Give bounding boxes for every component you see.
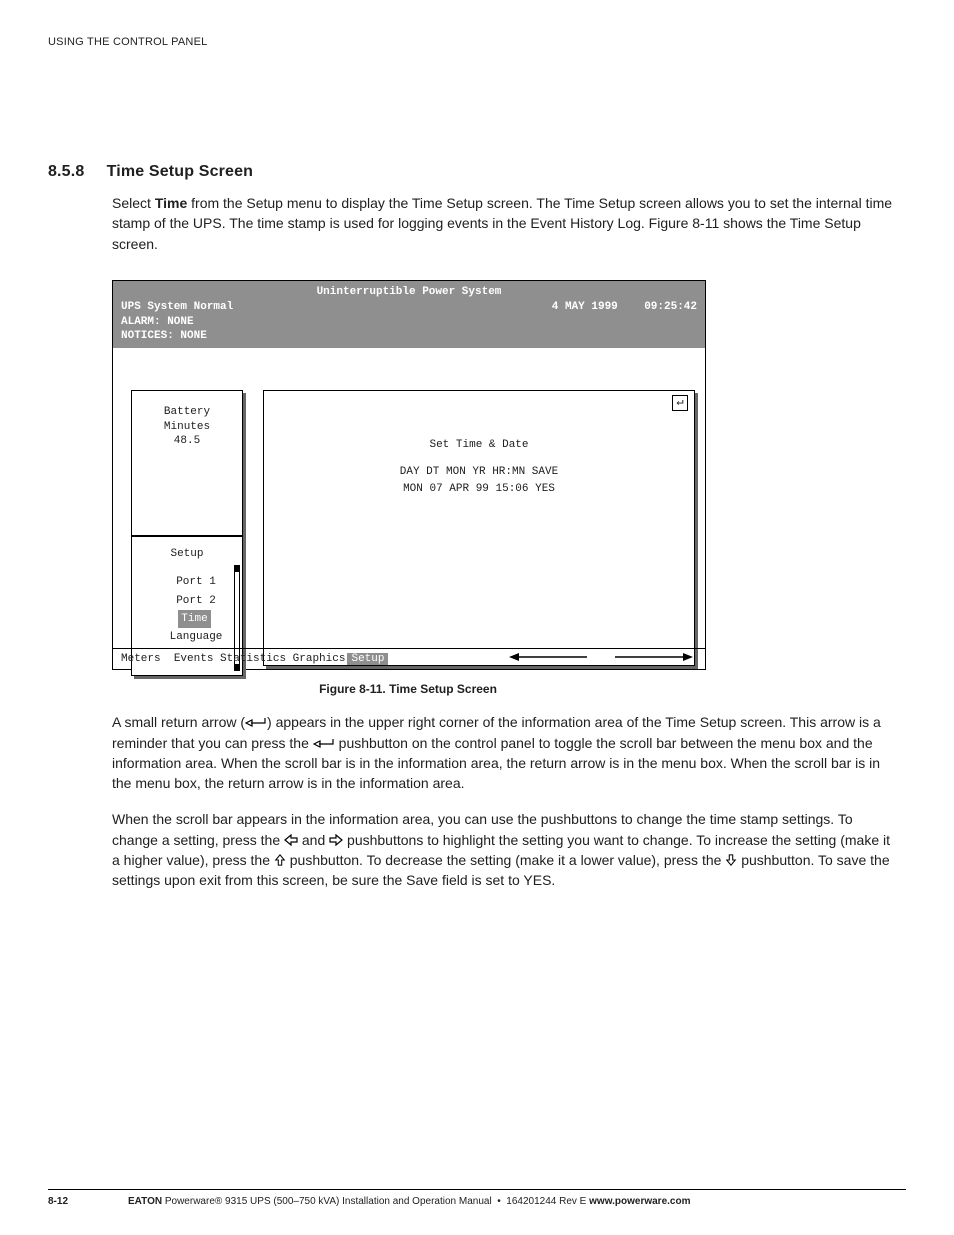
battery-value: 48.5 <box>132 434 242 448</box>
section-heading: 8.5.8 Time Setup Screen <box>48 163 906 181</box>
text: from the Setup menu to display the Time … <box>112 195 892 252</box>
lcd-status: UPS System Normal <box>121 300 233 315</box>
info-title: Set Time & Date <box>264 437 694 454</box>
setup-item-language[interactable]: Language <box>132 628 242 646</box>
nav-arrow-right-icon[interactable] <box>613 652 693 662</box>
lcd-datetime: 4 MAY 1999 09:25:42 <box>552 300 697 315</box>
page-footer: 8-12 EATON Powerware® 9315 UPS (500–750 … <box>48 1189 906 1207</box>
return-arrow-icon <box>245 716 267 728</box>
arrow-left-icon <box>284 834 298 846</box>
text: pushbutton. To decrease the setting (mak… <box>286 852 725 868</box>
nav-graphics[interactable]: Graphics <box>293 653 346 665</box>
nav-events[interactable]: Events <box>174 653 214 665</box>
lcd-nav-bar: Meters Events Statistics Graphics Setup <box>113 648 705 669</box>
setup-item-port2[interactable]: Port 2 <box>132 592 242 610</box>
footer-text: Powerware® 9315 UPS (500–750 kVA) Instal… <box>162 1196 589 1207</box>
return-arrow-icon[interactable]: ↵ <box>672 395 688 411</box>
intro-paragraph: Select Time from the Setup menu to displ… <box>112 193 896 254</box>
text-bold: Time <box>155 195 187 211</box>
setup-menu-header: Setup <box>132 545 242 567</box>
battery-label2: Minutes <box>132 420 242 434</box>
lcd-alarm: ALARM: NONE <box>121 315 697 330</box>
page-number: 8-12 <box>48 1196 128 1207</box>
text: A small return arrow ( <box>112 714 245 730</box>
text: Select <box>112 195 155 211</box>
lcd-title: Uninterruptible Power System <box>121 285 697 300</box>
footer-brand: EATON <box>128 1196 162 1207</box>
paragraph-2: A small return arrow () appears in the u… <box>112 712 896 793</box>
text: and <box>298 832 329 848</box>
lcd-screen-figure: Uninterruptible Power System UPS System … <box>112 280 706 670</box>
paragraph-3: When the scroll bar appears in the infor… <box>112 809 896 890</box>
running-header: USING THE CONTROL PANEL <box>48 36 906 48</box>
battery-box: Battery Minutes 48.5 <box>131 390 243 536</box>
lcd-header: Uninterruptible Power System UPS System … <box>113 281 705 348</box>
section-number: 8.5.8 <box>48 163 102 181</box>
battery-label: Battery <box>132 405 242 419</box>
nav-statistics[interactable]: Statistics <box>220 653 286 665</box>
setup-item-time[interactable]: Time <box>178 610 210 628</box>
nav-setup[interactable]: Setup <box>347 653 388 665</box>
footer-url: www.powerware.com <box>589 1196 690 1207</box>
lcd-time: 09:25:42 <box>644 301 697 313</box>
section-title: Time Setup Screen <box>107 163 253 180</box>
arrow-down-icon <box>725 854 737 866</box>
arrow-right-icon <box>329 834 343 846</box>
figure-caption: Figure 8-11. Time Setup Screen <box>112 682 704 696</box>
lcd-date: 4 MAY 1999 <box>552 301 618 313</box>
lcd-notices: NOTICES: NONE <box>121 329 697 344</box>
setup-item-port1[interactable]: Port 1 <box>132 573 242 591</box>
arrow-up-icon <box>274 854 286 866</box>
info-header-row: DAY DT MON YR HR:MN SAVE <box>264 464 694 481</box>
info-data-row: MON 07 APR 99 15:06 YES <box>264 481 694 498</box>
nav-meters[interactable]: Meters <box>121 653 161 665</box>
info-area: ↵ Set Time & Date DAY DT MON YR HR:MN SA… <box>263 390 695 666</box>
nav-arrow-left-icon[interactable] <box>509 652 589 662</box>
return-arrow-icon <box>313 737 335 749</box>
lcd-body: Battery Minutes 48.5 Setup Port 1 Port 2… <box>113 348 705 648</box>
